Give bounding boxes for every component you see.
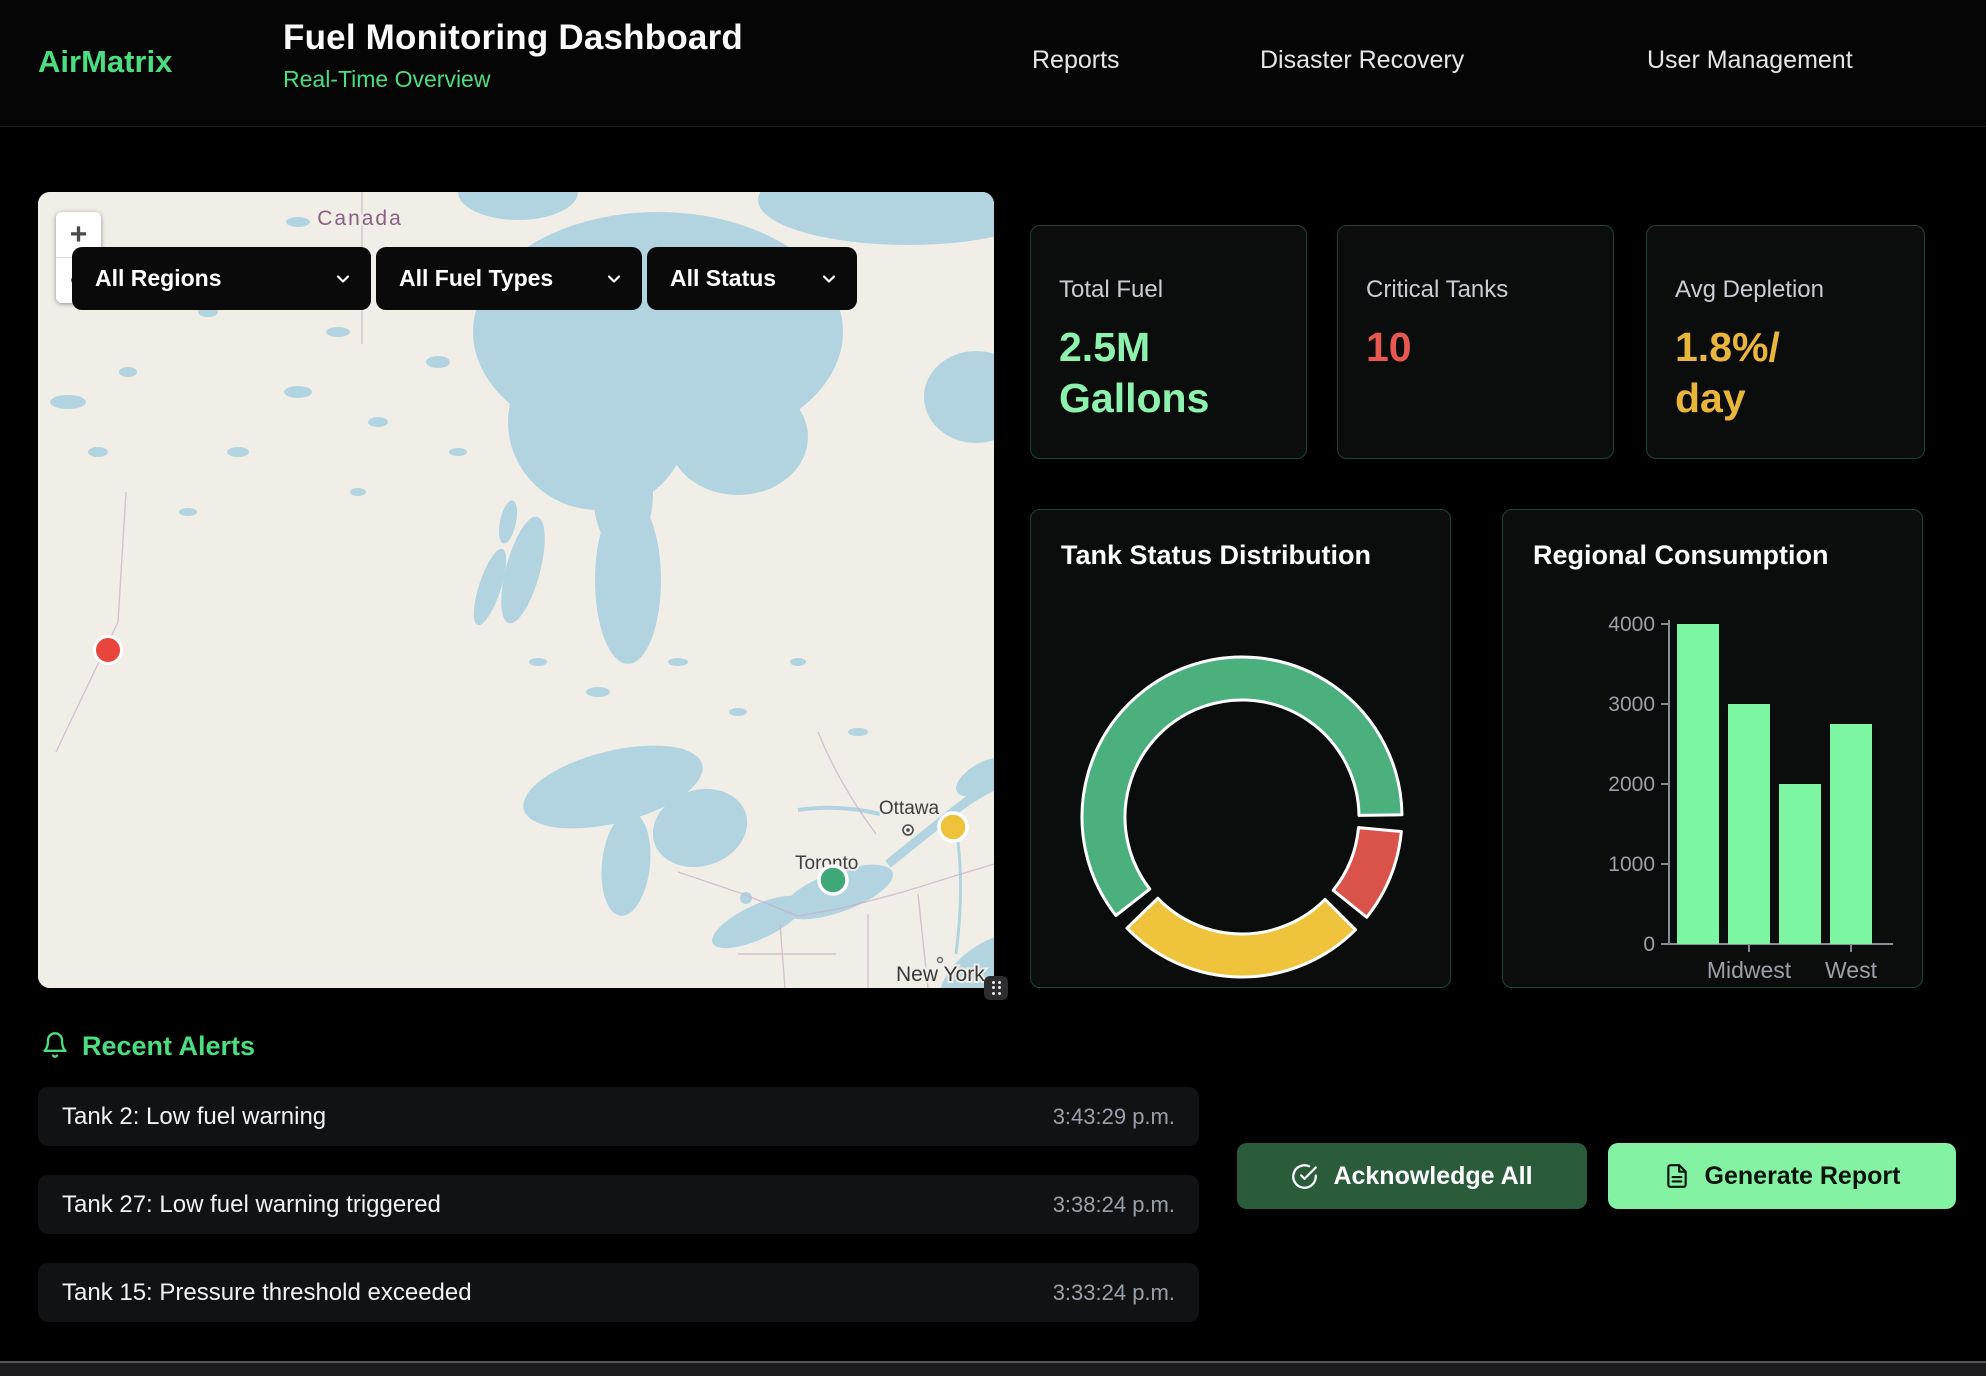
status-filter-dropdown[interactable]: All Status [647,247,857,310]
region-filter-dropdown[interactable]: All Regions [72,247,371,310]
svg-text:0: 0 [1643,933,1655,956]
map-label-ottawa: Ottawa [879,798,940,819]
alert-row[interactable]: Tank 15: Pressure threshold exceeded 3:3… [38,1263,1199,1322]
region-filter-value: All Regions [95,265,222,292]
acknowledge-all-button[interactable]: Acknowledge All [1237,1143,1587,1209]
alert-row[interactable]: Tank 27: Low fuel warning triggered 3:38… [38,1175,1199,1234]
stat-label: Total Fuel [1059,276,1278,304]
alert-message: Tank 27: Low fuel warning triggered [62,1191,441,1219]
status-filter-value: All Status [670,265,776,292]
stat-label: Critical Tanks [1366,276,1585,304]
map-label-canada: Canada [317,207,403,230]
fuel-monitoring-dashboard: { "header": { "brand": "AirMatrix", "tit… [0,0,1986,1376]
regional-consumption-bar-chart: 0 1000 2000 3000 4000 Midwest West [1503,510,1924,989]
nav-user-management[interactable]: User Management [1647,46,1853,75]
page-title: Fuel Monitoring Dashboard [283,18,743,58]
svg-text:Midwest: Midwest [1707,957,1792,983]
tank-status-panel: Tank Status Distribution [1030,509,1451,988]
donut-chart-title: Tank Status Distribution [1061,540,1371,571]
window-bottom-edge [0,1361,1986,1376]
page-subtitle: Real-Time Overview [283,66,743,93]
alert-timestamp: 3:33:24 p.m. [1053,1280,1175,1306]
chevron-down-icon [333,269,353,289]
regional-consumption-panel: Regional Consumption 0 1000 2000 3000 4000 Mi… [1502,509,1923,988]
svg-text:2000: 2000 [1608,773,1655,796]
nav-disaster-recovery[interactable]: Disaster Recovery [1260,46,1464,75]
fuel-type-filter-value: All Fuel Types [399,265,553,292]
alert-row[interactable]: Tank 2: Low fuel warning 3:43:29 p.m. [38,1087,1199,1146]
generate-report-label: Generate Report [1705,1162,1901,1191]
tank-marker-warning[interactable] [939,813,967,841]
stat-value: 1.8%/ day [1675,322,1853,425]
svg-text:4000: 4000 [1608,613,1655,636]
tank-marker-normal[interactable] [819,866,847,894]
file-text-icon [1664,1163,1690,1189]
svg-text:1000: 1000 [1608,853,1655,876]
stat-value: 10 [1366,322,1544,373]
tank-status-donut-chart [1031,510,1452,989]
header: AirMatrix Fuel Monitoring Dashboard Real… [0,0,1986,127]
nav-reports[interactable]: Reports [1032,46,1120,75]
fuel-type-filter-dropdown[interactable]: All Fuel Types [376,247,642,310]
title-block: Fuel Monitoring Dashboard Real-Time Over… [283,18,743,93]
stat-label: Avg Depletion [1675,276,1896,304]
map-resize-grip[interactable] [984,976,1008,1000]
stat-card-total-fuel: Total Fuel 2.5M Gallons [1030,225,1307,459]
check-circle-icon [1291,1163,1318,1190]
chevron-down-icon [819,269,839,289]
alerts-section-title: Recent Alerts [82,1031,255,1062]
map-panel: Canada Ottawa Toronto New York + − All R… [38,192,994,988]
alert-message: Tank 15: Pressure threshold exceeded [62,1279,472,1307]
acknowledge-all-label: Acknowledge All [1333,1162,1532,1191]
alert-timestamp: 3:43:29 p.m. [1053,1104,1175,1130]
map-canvas[interactable]: Canada Ottawa Toronto New York [38,192,994,988]
alert-message: Tank 2: Low fuel warning [62,1103,326,1131]
stat-card-critical-tanks: Critical Tanks 10 [1337,225,1614,459]
generate-report-button[interactable]: Generate Report [1608,1143,1956,1209]
tank-marker-critical[interactable] [95,637,122,664]
alert-timestamp: 3:38:24 p.m. [1053,1192,1175,1218]
svg-text:3000: 3000 [1608,693,1655,716]
stat-card-avg-depletion: Avg Depletion 1.8%/ day [1646,225,1925,459]
bar-chart-title: Regional Consumption [1533,540,1828,571]
stat-value: 2.5M Gallons [1059,322,1237,425]
bell-icon [41,1030,69,1060]
brand-logo: AirMatrix [38,44,172,80]
chevron-down-icon [604,269,624,289]
svg-text:West: West [1825,957,1878,983]
map-label-new-york: New York [896,963,985,986]
